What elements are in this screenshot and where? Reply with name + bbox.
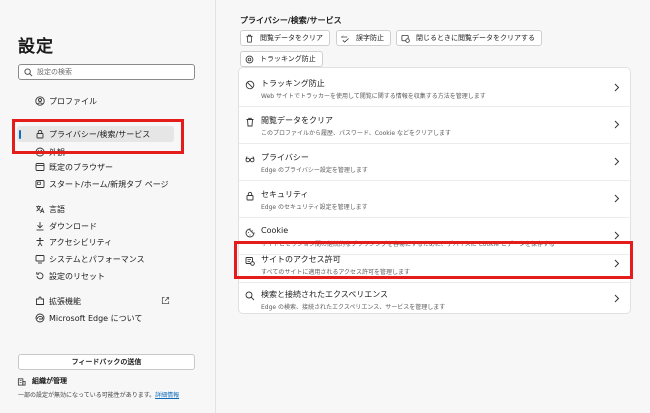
- sidebar-item-profile[interactable]: プロファイル: [17, 93, 174, 109]
- chevron-right-icon: [614, 83, 620, 92]
- chip-clear-browsing-data[interactable]: 閲覧データをクリア: [240, 30, 330, 46]
- learn-more-link[interactable]: 詳細情報: [155, 392, 179, 399]
- org-label: 組織が管理: [32, 377, 67, 385]
- sidebar-item-extensions[interactable]: 拡張機能: [17, 293, 174, 309]
- chevron-right-icon: [614, 259, 620, 268]
- row-title: 検索と接続されたエクスペリエンス: [261, 290, 389, 299]
- row-desc: Edge の検索、接続されたエクスペリエンス、サービスを管理します: [261, 304, 446, 311]
- appearance-icon: [35, 147, 45, 157]
- sidebar-item-start-home[interactable]: スタート/ホーム/新規タブ ページ: [17, 176, 174, 192]
- row-title: Cookie: [261, 226, 289, 235]
- search-placeholder: 設定の検索: [37, 68, 72, 76]
- row-site-permissions[interactable]: サイトのアクセス許可 すべてのサイトに適用されるアクセス許可を管理します: [239, 246, 632, 283]
- chip-label: トラッキング防止: [260, 55, 316, 63]
- chevron-right-icon: [614, 157, 620, 166]
- feedback-button[interactable]: フィードバックの送信: [18, 354, 195, 370]
- building-icon: [17, 377, 32, 386]
- security-lock-icon: [245, 191, 255, 201]
- chip-label: 閉じるときに閲覧データをクリアする: [416, 34, 535, 42]
- sidebar-item-label: 言語: [49, 204, 65, 214]
- chip-tracking-prevention[interactable]: トラッキング防止: [240, 51, 323, 67]
- sidebar-item-language[interactable]: 言語: [17, 201, 174, 217]
- clear-on-close-icon: [401, 34, 416, 43]
- row-desc: Edge のセキュリティ設定を管理します: [261, 204, 368, 211]
- chevron-right-icon: [614, 231, 620, 240]
- sidebar-item-downloads[interactable]: ダウンロード: [17, 218, 174, 234]
- row-title: サイトのアクセス許可: [261, 255, 341, 264]
- section-title: プライバシー/検索/サービス: [240, 16, 342, 25]
- sidebar-item-appearance[interactable]: 外観: [17, 144, 174, 160]
- language-icon: [35, 204, 45, 214]
- privacy-lock-icon: [35, 129, 45, 139]
- search-input[interactable]: 設定の検索: [18, 64, 195, 80]
- sidebar-item-label: 設定のリセット: [49, 271, 105, 281]
- row-desc: すべてのサイトに適用されるアクセス許可を管理します: [261, 269, 411, 276]
- chip-label: 誤字防止: [356, 34, 384, 42]
- settings-sidebar: 設定 設定の検索 プロファイル プライバシー/検索/サービス 外観 既定のブラウ…: [0, 0, 216, 413]
- active-indicator: [19, 130, 21, 139]
- search-icon: [24, 67, 33, 77]
- row-desc: このプロファイルから履歴、パスワード、Cookie などをクリアします: [261, 130, 452, 137]
- settings-card: トラッキング防止 Web サイトでトラッカーを使用して閲覧に関する情報を収集する…: [238, 67, 632, 314]
- chip-label: 閲覧データをクリア: [260, 34, 323, 42]
- edge-icon: [35, 313, 45, 323]
- sidebar-item-label: ダウンロード: [49, 221, 97, 231]
- trash-icon: [245, 117, 255, 127]
- spellcheck-icon: abc: [341, 34, 356, 43]
- row-privacy[interactable]: プライバシー Edge のプライバシー設定を管理します: [239, 144, 632, 181]
- download-icon: [35, 221, 45, 231]
- svg-text:abc: abc: [341, 35, 347, 39]
- chevron-right-icon: [614, 294, 620, 303]
- home-icon: [35, 179, 45, 189]
- sidebar-item-label: プロファイル: [49, 96, 97, 106]
- sidebar-item-reset[interactable]: 設定のリセット: [17, 268, 174, 284]
- sidebar-item-label: プライバシー/検索/サービス: [49, 129, 151, 139]
- sidebar-item-default-browser[interactable]: 既定のブラウザー: [17, 159, 174, 175]
- chip-clear-on-close[interactable]: 閉じるときに閲覧データをクリアする: [396, 30, 542, 46]
- sidebar-item-label: 外観: [49, 147, 65, 157]
- site-permissions-icon: [245, 256, 255, 266]
- chevron-right-icon: [614, 194, 620, 203]
- row-clear-browsing-data[interactable]: 閲覧データをクリア このプロファイルから履歴、パスワード、Cookie などをク…: [239, 107, 632, 144]
- row-title: セキュリティ: [261, 190, 309, 199]
- accessibility-icon: [35, 237, 45, 247]
- sidebar-item-about[interactable]: Microsoft Edge について: [17, 310, 174, 326]
- sidebar-item-label: スタート/ホーム/新規タブ ページ: [49, 179, 169, 189]
- sidebar-item-label: 既定のブラウザー: [49, 162, 113, 172]
- sidebar-item-accessibility[interactable]: アクセシビリティ: [17, 234, 174, 250]
- row-title: トラッキング防止: [261, 79, 325, 88]
- row-title: プライバシー: [261, 153, 309, 162]
- row-security[interactable]: セキュリティ Edge のセキュリティ設定を管理します: [239, 181, 632, 218]
- reset-icon: [35, 271, 45, 281]
- row-tracking-prevention[interactable]: トラッキング防止 Web サイトでトラッカーを使用して閲覧に関する情報を収集する…: [239, 70, 632, 107]
- org-managed-notice: 組織が管理: [17, 376, 67, 386]
- sidebar-item-label: Microsoft Edge について: [49, 313, 143, 323]
- row-desc: Edge のプライバシー設定を管理します: [261, 167, 368, 174]
- org-note-text: 一部の設定が無効になっている可能性があります。: [18, 392, 156, 399]
- tracking-prevention-icon: [245, 80, 255, 90]
- row-search-services[interactable]: 検索と接続されたエクスペリエンス Edge の検索、接続されたエクスペリエンス、…: [239, 281, 632, 318]
- sidebar-item-system[interactable]: システムとパフォーマンス: [17, 251, 174, 267]
- browser-icon: [35, 162, 45, 172]
- org-note: 一部の設定が無効になっている可能性があります。詳細情報: [18, 390, 179, 399]
- row-desc: Web サイトでトラッカーを使用して閲覧に関する情報を収集する方法を管理します: [261, 93, 486, 100]
- trash-icon: [245, 34, 260, 43]
- page-title: 設定: [18, 37, 54, 57]
- chevron-right-icon: [614, 120, 620, 129]
- sidebar-item-label: 拡張機能: [49, 296, 81, 306]
- row-title: 閲覧データをクリア: [261, 116, 333, 125]
- extensions-icon: [35, 296, 45, 306]
- external-link-icon: [161, 296, 170, 305]
- sidebar-item-label: アクセシビリティ: [49, 237, 113, 247]
- sidebar-item-label: システムとパフォーマンス: [49, 254, 145, 264]
- privacy-glasses-icon: [245, 154, 255, 164]
- sidebar-item-privacy[interactable]: プライバシー/検索/サービス: [17, 126, 174, 142]
- cookie-icon: [245, 228, 255, 238]
- profile-icon: [35, 96, 45, 106]
- search-icon: [245, 291, 255, 301]
- system-icon: [35, 254, 45, 264]
- chip-typo-protection[interactable]: abc 誤字防止: [336, 30, 391, 46]
- tracking-icon: [245, 55, 260, 64]
